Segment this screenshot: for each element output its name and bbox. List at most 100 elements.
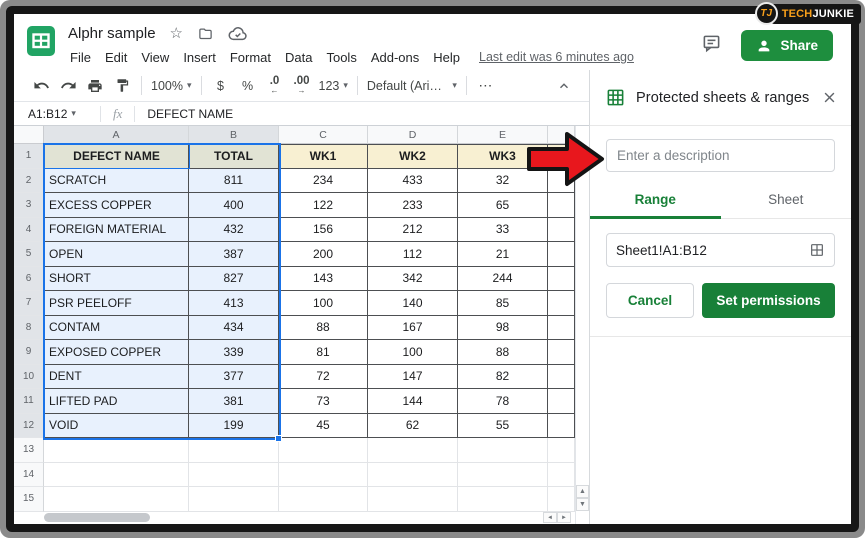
cell-A10[interactable]: DENT bbox=[44, 365, 189, 390]
row-header-9[interactable]: 9 bbox=[14, 340, 44, 365]
paint-format-button[interactable] bbox=[109, 74, 135, 98]
close-icon[interactable] bbox=[822, 90, 837, 105]
cell-F2[interactable] bbox=[548, 169, 575, 194]
cell-E15[interactable] bbox=[458, 487, 548, 512]
cell-C15[interactable] bbox=[279, 487, 368, 512]
menu-item-edit[interactable]: Edit bbox=[98, 50, 134, 65]
row-header-14[interactable]: 14 bbox=[14, 463, 44, 488]
menu-item-insert[interactable]: Insert bbox=[176, 50, 223, 65]
column-header-E[interactable]: E bbox=[458, 126, 548, 144]
google-sheets-icon[interactable] bbox=[26, 26, 56, 56]
cell-F15[interactable] bbox=[548, 487, 575, 512]
cell-A11[interactable]: LIFTED PAD bbox=[44, 389, 189, 414]
font-select[interactable]: Default (Ari…▾ bbox=[364, 74, 460, 98]
row-header-4[interactable]: 4 bbox=[14, 218, 44, 243]
row-header-3[interactable]: 3 bbox=[14, 193, 44, 218]
row-header-12[interactable]: 12 bbox=[14, 414, 44, 439]
row-header-13[interactable]: 13 bbox=[14, 438, 44, 463]
cell-D9[interactable]: 100 bbox=[368, 340, 458, 365]
cell-A15[interactable] bbox=[44, 487, 189, 512]
name-box[interactable]: A1:B12▾ bbox=[14, 107, 100, 121]
row-header-5[interactable]: 5 bbox=[14, 242, 44, 267]
description-input[interactable] bbox=[606, 139, 835, 172]
menu-item-addons[interactable]: Add-ons bbox=[364, 50, 426, 65]
cell-D14[interactable] bbox=[368, 463, 458, 488]
cell-D15[interactable] bbox=[368, 487, 458, 512]
cell-B14[interactable] bbox=[189, 463, 279, 488]
column-header-partial[interactable] bbox=[548, 126, 575, 144]
row-header-10[interactable]: 10 bbox=[14, 365, 44, 390]
move-folder-icon[interactable] bbox=[197, 26, 214, 41]
cell-B3[interactable]: 400 bbox=[189, 193, 279, 218]
cell-B12[interactable]: 199 bbox=[189, 414, 279, 439]
cell-A13[interactable] bbox=[44, 438, 189, 463]
cell-C4[interactable]: 156 bbox=[279, 218, 368, 243]
cell-E1[interactable]: WK3 bbox=[458, 144, 548, 169]
row-header-8[interactable]: 8 bbox=[14, 316, 44, 341]
share-button[interactable]: Share bbox=[741, 30, 833, 61]
select-data-range-icon[interactable] bbox=[809, 242, 825, 258]
cell-A2[interactable]: SCRATCH bbox=[44, 169, 189, 194]
cell-A12[interactable]: VOID bbox=[44, 414, 189, 439]
fill-handle[interactable] bbox=[275, 435, 282, 442]
cell-C7[interactable]: 100 bbox=[279, 291, 368, 316]
cell-E3[interactable]: 65 bbox=[458, 193, 548, 218]
cell-B1[interactable]: TOTAL bbox=[189, 144, 279, 169]
row-header-15[interactable]: 15 bbox=[14, 487, 44, 512]
cloud-status-icon[interactable] bbox=[228, 26, 248, 41]
row-header-7[interactable]: 7 bbox=[14, 291, 44, 316]
decrease-decimal-button[interactable]: .0← bbox=[262, 74, 288, 98]
row-header-2[interactable]: 2 bbox=[14, 169, 44, 194]
cell-E6[interactable]: 244 bbox=[458, 267, 548, 292]
cell-F11[interactable] bbox=[548, 389, 575, 414]
currency-format-button[interactable]: $ bbox=[208, 74, 234, 98]
last-edit-link[interactable]: Last edit was 6 minutes ago bbox=[479, 50, 634, 64]
range-input[interactable]: Sheet1!A1:B12 bbox=[606, 233, 835, 267]
column-header-C[interactable]: C bbox=[279, 126, 368, 144]
cell-D8[interactable]: 167 bbox=[368, 316, 458, 341]
cell-C2[interactable]: 234 bbox=[279, 169, 368, 194]
cell-B10[interactable]: 377 bbox=[189, 365, 279, 390]
cell-F12[interactable] bbox=[548, 414, 575, 439]
select-all-corner[interactable] bbox=[14, 126, 44, 144]
cell-F1[interactable] bbox=[548, 144, 575, 169]
cell-E7[interactable]: 85 bbox=[458, 291, 548, 316]
cell-B13[interactable] bbox=[189, 438, 279, 463]
percent-format-button[interactable]: % bbox=[235, 74, 261, 98]
cell-D7[interactable]: 140 bbox=[368, 291, 458, 316]
redo-button[interactable] bbox=[55, 74, 81, 98]
cell-C11[interactable]: 73 bbox=[279, 389, 368, 414]
cell-C10[interactable]: 72 bbox=[279, 365, 368, 390]
menu-item-tools[interactable]: Tools bbox=[319, 50, 363, 65]
cell-A7[interactable]: PSR PEELOFF bbox=[44, 291, 189, 316]
cell-E4[interactable]: 33 bbox=[458, 218, 548, 243]
scroll-right-button[interactable]: ► bbox=[557, 512, 571, 523]
tab-sheet[interactable]: Sheet bbox=[721, 185, 852, 218]
cell-A6[interactable]: SHORT bbox=[44, 267, 189, 292]
cell-A1[interactable]: DEFECT NAME bbox=[44, 144, 189, 169]
cell-D4[interactable]: 212 bbox=[368, 218, 458, 243]
cell-A14[interactable] bbox=[44, 463, 189, 488]
document-title[interactable]: Alphr sample bbox=[68, 25, 156, 42]
comment-icon[interactable] bbox=[702, 34, 721, 58]
zoom-select[interactable]: 100%▾ bbox=[148, 74, 195, 98]
cell-D12[interactable]: 62 bbox=[368, 414, 458, 439]
increase-decimal-button[interactable]: .00→ bbox=[289, 74, 315, 98]
cell-B15[interactable] bbox=[189, 487, 279, 512]
cell-C12[interactable]: 45 bbox=[279, 414, 368, 439]
cell-D6[interactable]: 342 bbox=[368, 267, 458, 292]
cancel-button[interactable]: Cancel bbox=[606, 283, 694, 318]
scroll-left-button[interactable]: ◄ bbox=[543, 512, 557, 523]
menu-item-format[interactable]: Format bbox=[223, 50, 278, 65]
cell-C8[interactable]: 88 bbox=[279, 316, 368, 341]
cell-D2[interactable]: 433 bbox=[368, 169, 458, 194]
cell-C6[interactable]: 143 bbox=[279, 267, 368, 292]
horizontal-scrollbar[interactable] bbox=[44, 513, 150, 523]
cell-B7[interactable]: 413 bbox=[189, 291, 279, 316]
number-format-select[interactable]: 123▾ bbox=[316, 74, 351, 98]
collapse-toolbar-button[interactable] bbox=[551, 74, 577, 98]
row-header-11[interactable]: 11 bbox=[14, 389, 44, 414]
cell-A8[interactable]: CONTAM bbox=[44, 316, 189, 341]
cell-E2[interactable]: 32 bbox=[458, 169, 548, 194]
cell-D11[interactable]: 144 bbox=[368, 389, 458, 414]
